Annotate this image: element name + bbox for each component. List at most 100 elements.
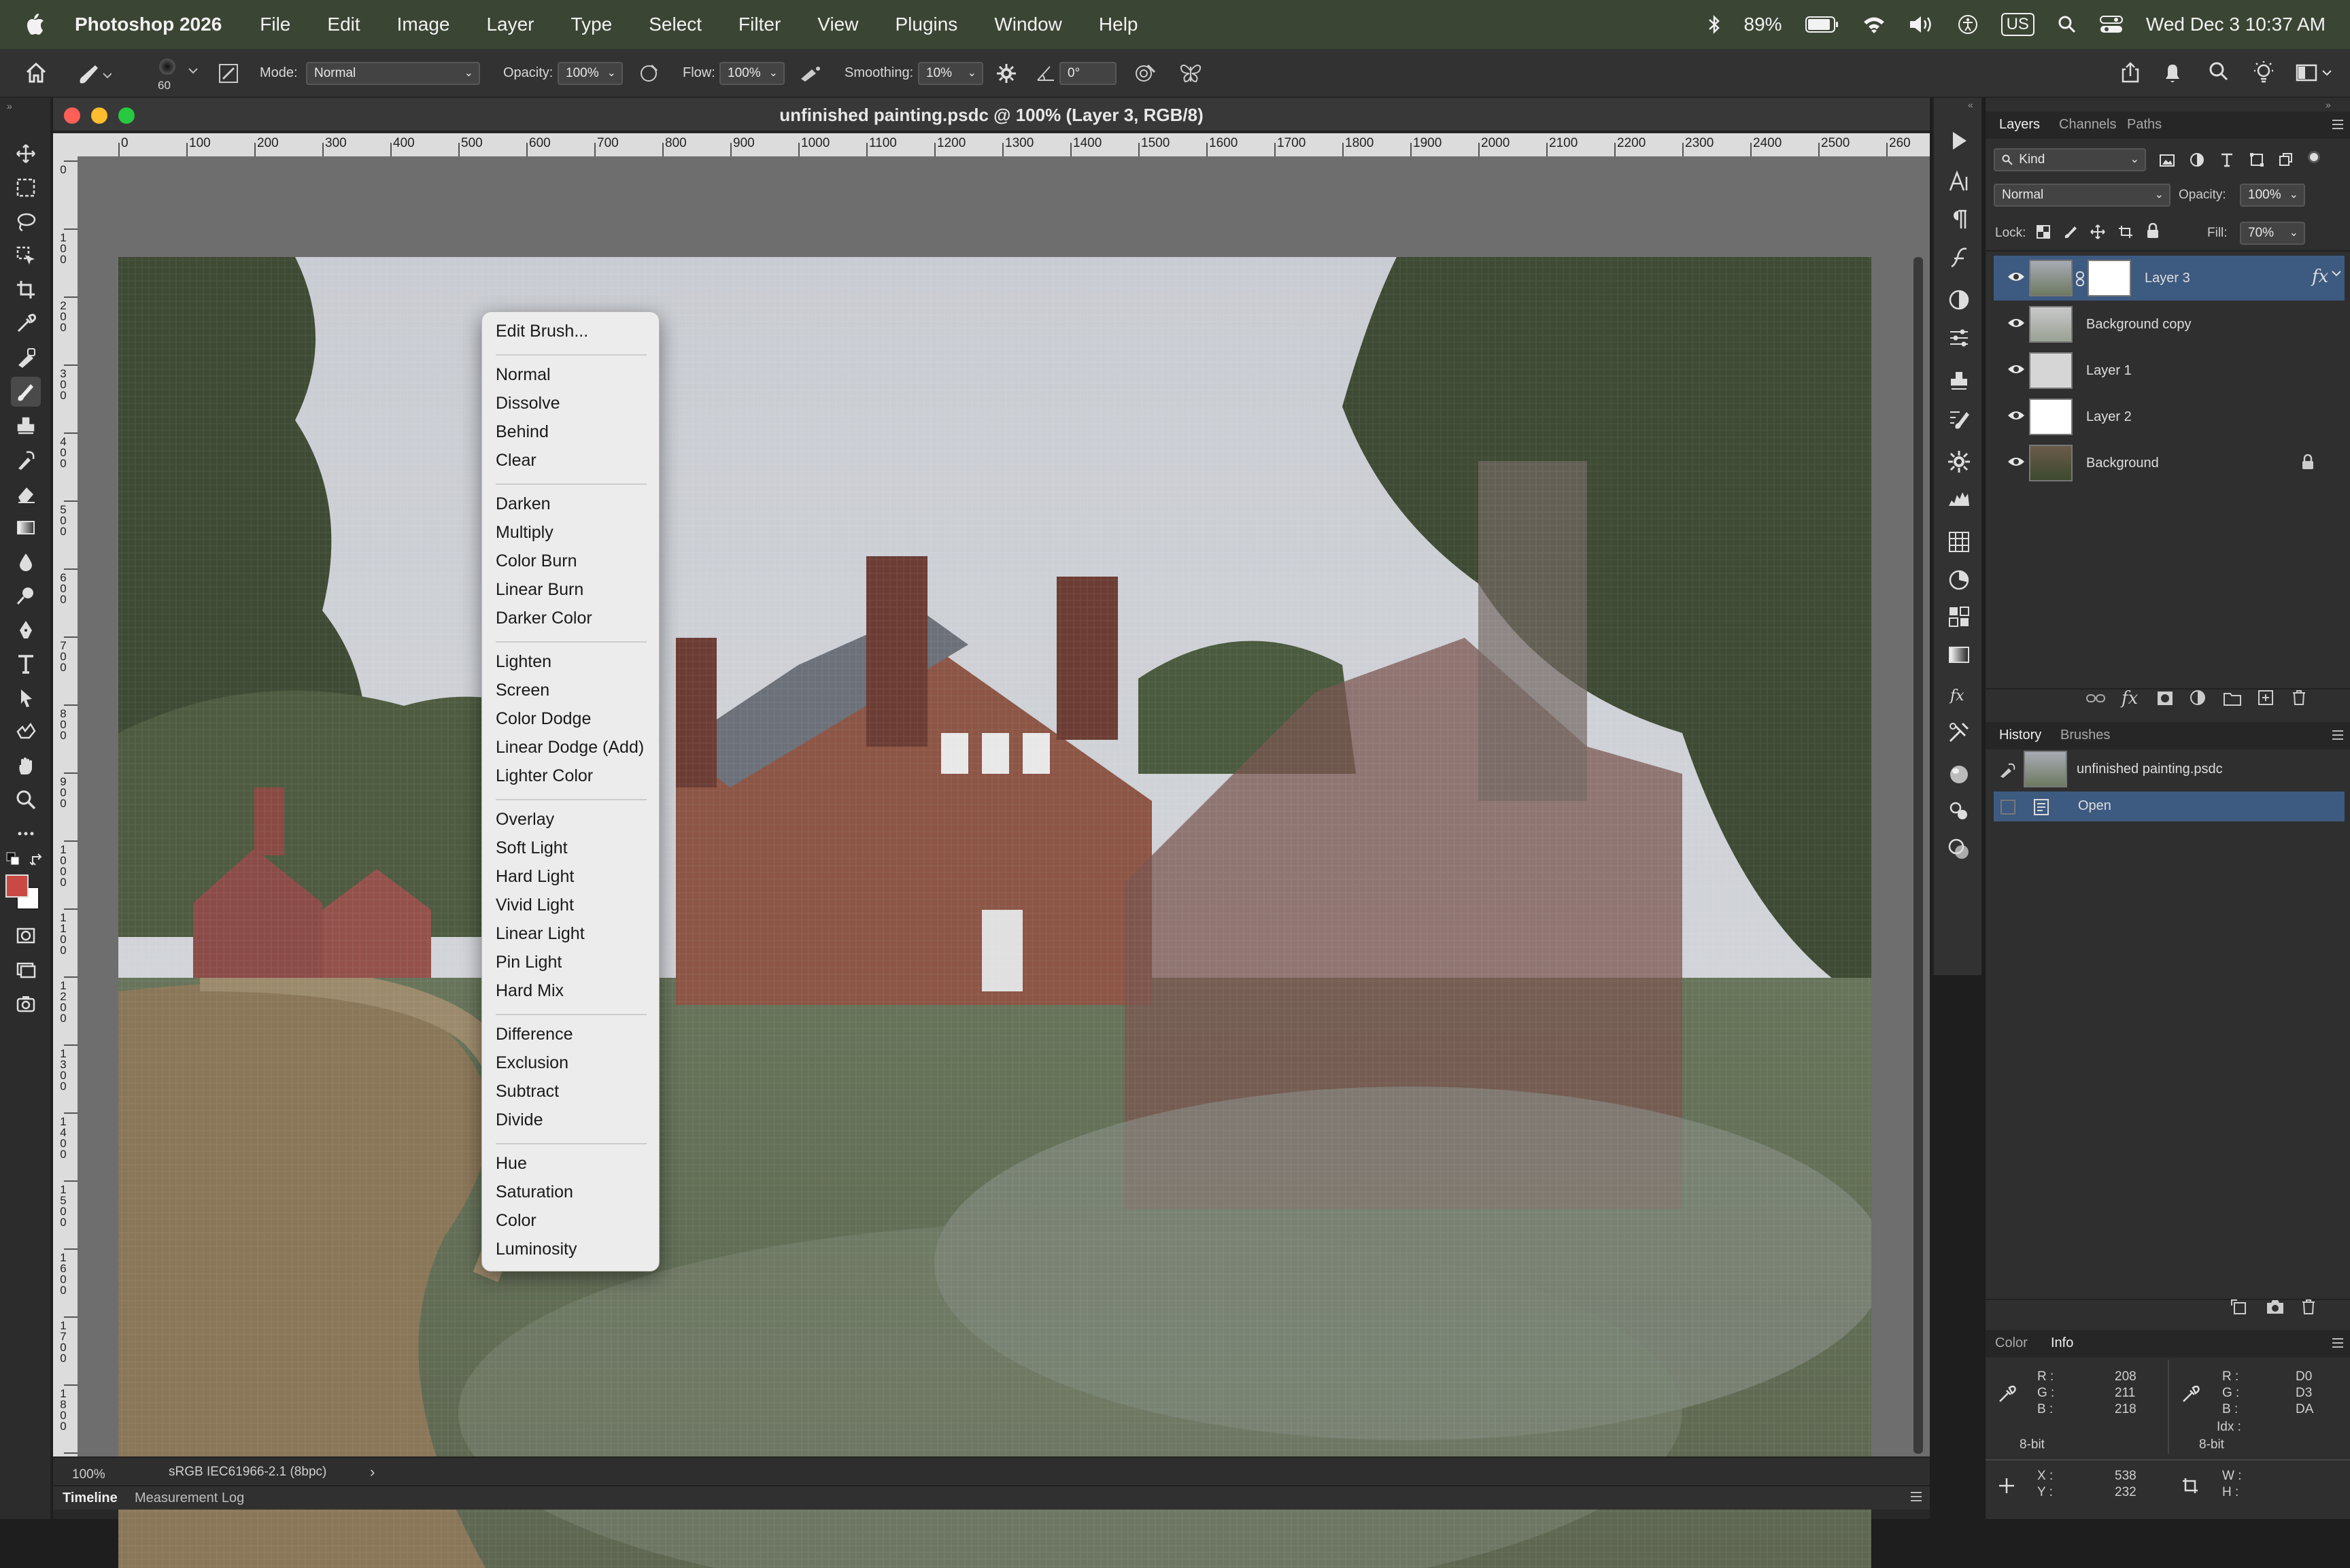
color-profile-info[interactable]: sRGB IEC61966-2.1 (8bpc): [169, 1465, 326, 1480]
history-state-name[interactable]: Open: [2078, 798, 2111, 814]
blend-mode-linear-burn[interactable]: Linear Burn: [496, 580, 583, 600]
blend-mode-overlay[interactable]: Overlay: [496, 810, 554, 830]
tab-measurement-log[interactable]: Measurement Log: [135, 1490, 244, 1506]
glyphs-panel-icon[interactable]: [1946, 245, 1972, 271]
new-layer-icon[interactable]: [2258, 689, 2274, 706]
eye-visibility-icon[interactable]: [2007, 409, 2025, 422]
discover-lightbulb-icon[interactable]: [2253, 61, 2274, 84]
gradient-tool-icon[interactable]: [11, 513, 41, 543]
tab-info[interactable]: Info: [2051, 1335, 2073, 1351]
link-layers-icon[interactable]: [2086, 691, 2105, 706]
apple-menu-icon[interactable]: [24, 12, 54, 37]
pressure-opacity-icon[interactable]: [639, 63, 660, 84]
object-selection-tool-icon[interactable]: [11, 241, 41, 271]
tab-timeline[interactable]: Timeline: [63, 1490, 118, 1506]
layer-name[interactable]: Background: [2086, 456, 2159, 471]
pen-tool-icon[interactable]: [11, 615, 41, 645]
eraser-tool-icon[interactable]: [11, 479, 41, 509]
screen-mode-icon[interactable]: [11, 955, 41, 985]
tab-color[interactable]: Color: [1995, 1335, 2028, 1351]
layer-name[interactable]: Layer 3: [2145, 271, 2190, 286]
workspace-switcher-icon[interactable]: [2296, 61, 2334, 84]
gradients-icon[interactable]: [1946, 642, 1972, 668]
lock-transparent-pixels-icon[interactable]: [2036, 224, 2051, 239]
battery-icon[interactable]: [1805, 16, 1839, 33]
collapse-panel-icon[interactable]: »: [7, 101, 12, 112]
filter-type-layer-icon[interactable]: [2219, 152, 2234, 167]
blend-mode-luminosity[interactable]: Luminosity: [496, 1240, 577, 1259]
collapse-right-panels-icon[interactable]: »: [2326, 99, 2331, 110]
ruler-vertical[interactable]: 0 1 0 0 2 0 0 3 0 0 4 0 0 5 0 0 6 0 0 7 0 0 8 0 …: [53, 156, 78, 1507]
custom-shape-tool-icon[interactable]: [11, 717, 41, 747]
angle-field[interactable]: 0°: [1059, 62, 1117, 85]
eyedropper-tool-icon[interactable]: [11, 309, 41, 339]
bluetooth-icon[interactable]: [1707, 14, 1721, 35]
tab-brushes[interactable]: Brushes: [2060, 728, 2110, 743]
camera-snapshot-icon[interactable]: [2266, 1299, 2285, 1315]
menu-select[interactable]: Select: [649, 14, 702, 35]
menu-filter[interactable]: Filter: [738, 14, 781, 35]
delete-layer-trash-icon[interactable]: [2292, 689, 2306, 706]
blend-mode-vivid-light[interactable]: Vivid Light: [496, 896, 574, 915]
histogram-icon[interactable]: [1946, 485, 1972, 511]
new-group-folder-icon[interactable]: [2224, 691, 2241, 706]
type-tool-icon[interactable]: [11, 649, 41, 679]
foreground-color-swatch[interactable]: [5, 874, 29, 898]
more-tools-icon[interactable]: [11, 819, 41, 849]
dodge-tool-icon[interactable]: [11, 581, 41, 611]
add-mask-icon[interactable]: [2157, 691, 2173, 706]
color-wheel-icon[interactable]: [1946, 567, 1972, 593]
smoothing-field[interactable]: 10% ⌄: [918, 62, 983, 85]
layer-row-background[interactable]: Background: [1994, 441, 2345, 485]
brush-settings-panel-icon[interactable]: [218, 63, 239, 84]
eye-visibility-icon[interactable]: [2007, 363, 2025, 375]
blend-mode-hard-mix[interactable]: Hard Mix: [496, 981, 564, 1001]
chevron-down-icon[interactable]: [2331, 269, 2342, 277]
eye-visibility-icon[interactable]: [2007, 271, 2025, 283]
menu-plugins[interactable]: Plugins: [895, 14, 957, 35]
filter-pixel-layer-icon[interactable]: [2160, 154, 2175, 167]
tab-layers[interactable]: Layers: [1999, 117, 2040, 133]
app-menu[interactable]: Photoshop 2026: [75, 14, 222, 35]
snapshot-name[interactable]: unfinished painting.psdc: [2077, 762, 2223, 777]
blend-mode-color-burn[interactable]: Color Burn: [496, 551, 577, 571]
blur-tool-icon[interactable]: [11, 547, 41, 577]
panel-menu-icon[interactable]: [2331, 1337, 2345, 1349]
zoom-tool-icon[interactable]: [11, 785, 41, 815]
menu-help[interactable]: Help: [1099, 14, 1138, 35]
tab-channels[interactable]: Channels: [2059, 117, 2117, 133]
ruler-horizontal[interactable]: 0 100 200 300 400 500 600 700 800 900 1000 1100 1200…: [53, 133, 1930, 156]
history-source-checkbox[interactable]: [2000, 800, 2015, 815]
mode-dropdown[interactable]: Normal ⌄: [306, 62, 480, 85]
search-icon[interactable]: [2209, 61, 2229, 82]
panel-menu-icon[interactable]: [1909, 1490, 1923, 1503]
layer-opacity-field[interactable]: 100% ⌄: [2240, 184, 2305, 207]
wifi-icon[interactable]: [1862, 16, 1886, 33]
blend-mode-difference[interactable]: Difference: [496, 1025, 573, 1044]
blend-mode-saturation[interactable]: Saturation: [496, 1182, 573, 1202]
path-selection-tool-icon[interactable]: [11, 683, 41, 713]
volume-icon[interactable]: [1909, 15, 1935, 34]
history-snapshot-row[interactable]: unfinished painting.psdc: [1994, 751, 2345, 787]
edit-toolbar-icon[interactable]: [11, 989, 41, 1019]
menu-layer[interactable]: Layer: [486, 14, 534, 35]
clone-stamp-tool-icon[interactable]: [11, 411, 41, 441]
blend-mode-clear[interactable]: Clear: [496, 451, 537, 471]
pressure-size-icon[interactable]: [1134, 63, 1157, 84]
actions-play-icon[interactable]: [1946, 128, 1972, 154]
blend-mode-linear-light[interactable]: Linear Light: [496, 924, 585, 944]
eye-visibility-icon[interactable]: [2007, 317, 2025, 329]
marquee-tool-icon[interactable]: [11, 173, 41, 203]
layer-row-layer-3[interactable]: Layer 3 fx: [1994, 256, 2345, 301]
symmetry-butterfly-icon[interactable]: [1179, 61, 1202, 84]
accessibility-icon[interactable]: [1958, 14, 1978, 35]
hand-tool-icon[interactable]: [11, 751, 41, 781]
paragraph-panel-icon[interactable]: [1946, 207, 1972, 233]
menu-type[interactable]: Type: [571, 14, 613, 35]
blend-mode-color-dodge[interactable]: Color Dodge: [496, 709, 591, 729]
expand-panels-icon[interactable]: «: [1968, 99, 1973, 110]
blend-mode-linear-dodge[interactable]: Linear Dodge (Add): [496, 738, 644, 757]
blend-mode-divide[interactable]: Divide: [496, 1110, 543, 1130]
tab-paths[interactable]: Paths: [2127, 117, 2162, 133]
history-brush-tool-icon[interactable]: [11, 445, 41, 475]
